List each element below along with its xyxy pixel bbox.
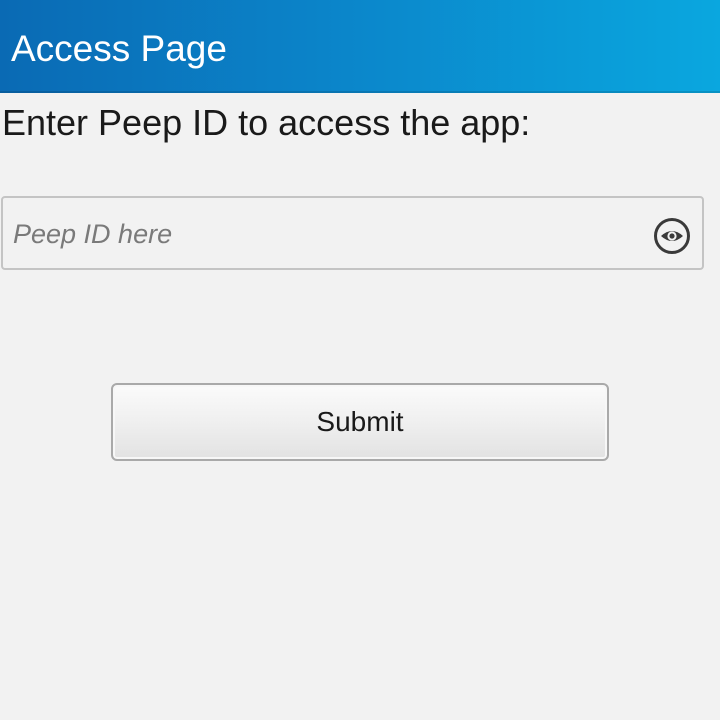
submit-button[interactable]: Submit [111, 383, 609, 461]
prompt-label: Enter Peep ID to access the app: [2, 102, 531, 143]
eye-icon[interactable] [653, 217, 691, 255]
peep-id-field-container[interactable] [1, 196, 704, 270]
page-title: Access Page [11, 28, 227, 69]
title-bar: Access Page [0, 0, 720, 93]
peep-id-input[interactable] [11, 198, 635, 270]
